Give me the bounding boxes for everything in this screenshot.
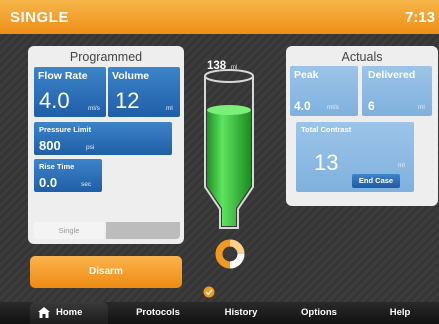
flow-rate-field[interactable]: Flow Rate 4.0 ml/s	[34, 67, 106, 117]
delivered-label: Delivered	[368, 69, 416, 81]
delivered-value: 6	[368, 99, 375, 113]
rise-time-label: Rise Time	[39, 162, 75, 171]
flow-rate-value: 4.0	[39, 88, 70, 113]
nav-home-label: Home	[56, 307, 83, 318]
total-contrast-unit: ml	[398, 162, 405, 169]
rise-time-field[interactable]: Rise Time 0.0 sec	[34, 159, 102, 192]
volume-unit: ml	[166, 105, 173, 112]
nav-history[interactable]: History	[206, 302, 276, 324]
progress-ring-icon	[215, 239, 245, 269]
fluid-surface	[207, 105, 251, 115]
actuals-title: Actuals	[341, 50, 383, 64]
end-case-button[interactable]: End Case	[352, 174, 400, 188]
peak-readout: Peak 4.0 ml/s	[290, 66, 358, 116]
nav-options[interactable]: Options	[284, 302, 354, 324]
programmed-panel: Programmed Flow Rate 4.0 ml/s Volume 12 …	[28, 46, 184, 244]
peak-value: 4.0	[294, 99, 311, 113]
delivered-readout: Delivered 6 ml	[362, 66, 432, 116]
nav-help[interactable]: Help	[370, 302, 430, 324]
peak-unit: ml/s	[327, 104, 339, 111]
rise-time-value: 0.0	[39, 175, 58, 190]
pressure-limit-label: Pressure Limit	[39, 125, 92, 134]
nav-home[interactable]: Home	[30, 302, 108, 324]
delivered-unit: ml	[418, 104, 425, 111]
check-icon	[203, 286, 215, 298]
bottom-nav: Home Protocols History Options Help	[0, 302, 439, 324]
disarm-button[interactable]: Disarm	[30, 256, 182, 288]
syringe-icon	[204, 69, 254, 229]
clock: 7:13	[404, 9, 435, 26]
actuals-panel: Actuals Peak 4.0 ml/s Delivered 6 ml Tot…	[286, 46, 438, 206]
volume-value: 12	[115, 88, 140, 113]
pressure-limit-value: 800	[39, 138, 61, 153]
home-icon	[38, 307, 50, 318]
total-contrast-label: Total Contrast	[301, 125, 352, 134]
rise-time-unit: sec	[81, 181, 92, 188]
tab-add-phase[interactable]	[106, 222, 180, 239]
nav-protocols[interactable]: Protocols	[118, 302, 198, 324]
volume-field[interactable]: Volume 12 ml	[108, 67, 180, 117]
pressure-limit-unit: psi	[86, 144, 95, 151]
contrast-fluid	[207, 110, 251, 226]
flow-rate-unit: ml/s	[88, 105, 100, 112]
programmed-title: Programmed	[69, 50, 143, 64]
flow-rate-label: Flow Rate	[38, 70, 88, 82]
peak-label: Peak	[294, 69, 319, 81]
tab-single[interactable]: Single	[34, 222, 104, 239]
mode-title: SINGLE	[10, 9, 69, 26]
pressure-limit-field[interactable]: Pressure Limit 800 psi	[34, 122, 172, 155]
volume-label: Volume	[112, 70, 150, 82]
injector-screen: SINGLE 7:13 Programmed Flow Rate 4.0 ml/…	[0, 0, 439, 324]
total-contrast-value: 13	[314, 150, 339, 175]
title-bar: SINGLE 7:13	[0, 0, 439, 34]
